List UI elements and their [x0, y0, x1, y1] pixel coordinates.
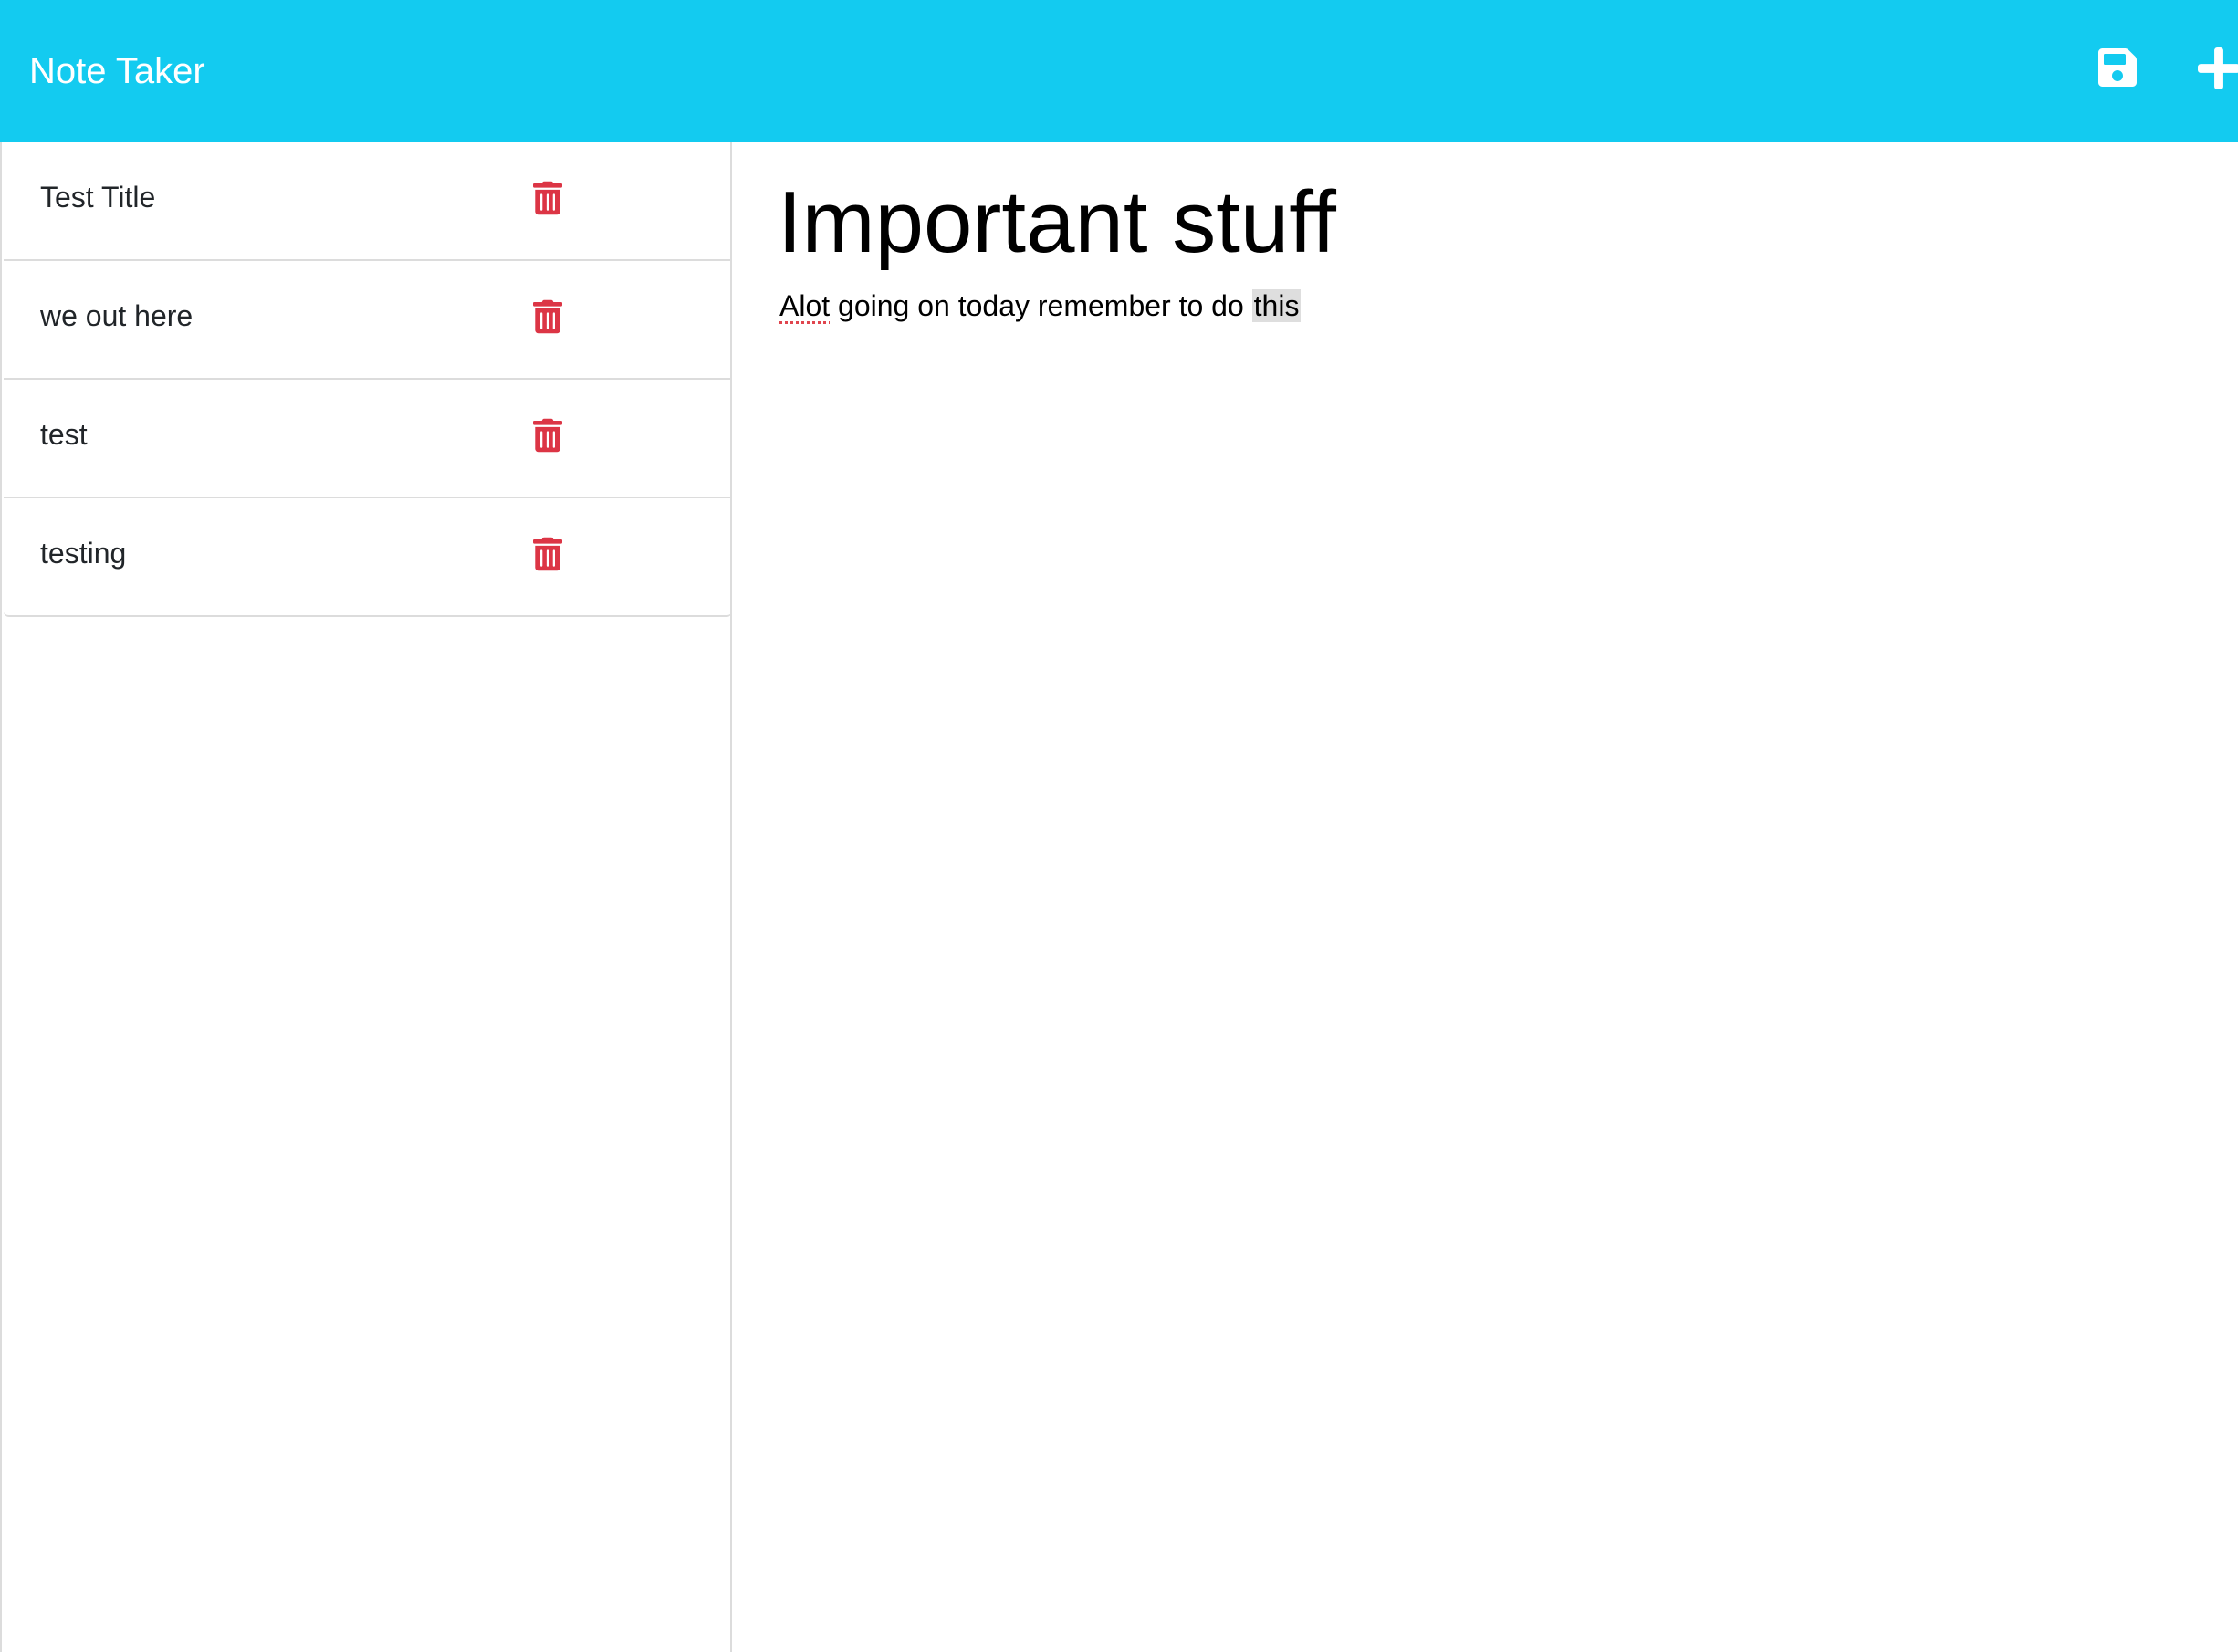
note-title[interactable]: Test Title — [40, 179, 155, 215]
note-list-item[interactable]: Test Title — [4, 142, 732, 261]
misspelled-word: Alot — [779, 289, 831, 322]
note-list-item[interactable]: testing — [4, 498, 732, 615]
note-list: Test Title we out here test testing — [4, 142, 732, 617]
trash-icon[interactable] — [533, 181, 562, 215]
note-textarea[interactable]: Alot going on today remember to do this — [779, 283, 2203, 1561]
plus-icon — [2198, 47, 2238, 89]
note-title[interactable]: we out here — [40, 298, 193, 334]
trash-icon[interactable] — [533, 537, 562, 571]
note-text: going on today remember to do — [830, 289, 1252, 322]
floppy-disk-icon — [2098, 48, 2137, 87]
note-list-item[interactable]: test — [4, 380, 732, 498]
selected-text: this — [1251, 289, 1302, 322]
app-title[interactable]: Note Taker — [29, 47, 205, 95]
notes-sidebar: Test Title we out here test testing — [0, 142, 732, 1652]
trash-icon[interactable] — [533, 299, 562, 334]
new-note-icon[interactable] — [2196, 47, 2238, 89]
note-title[interactable]: test — [40, 416, 88, 453]
note-editor: Alot going on today remember to do this — [732, 142, 2238, 1652]
note-title-input[interactable] — [778, 168, 2201, 277]
trash-icon[interactable] — [533, 418, 562, 453]
note-list-item[interactable]: we out here — [4, 261, 732, 380]
save-note-icon[interactable] — [2096, 46, 2139, 89]
note-title[interactable]: testing — [40, 535, 126, 571]
navbar: Note Taker — [0, 0, 2238, 142]
